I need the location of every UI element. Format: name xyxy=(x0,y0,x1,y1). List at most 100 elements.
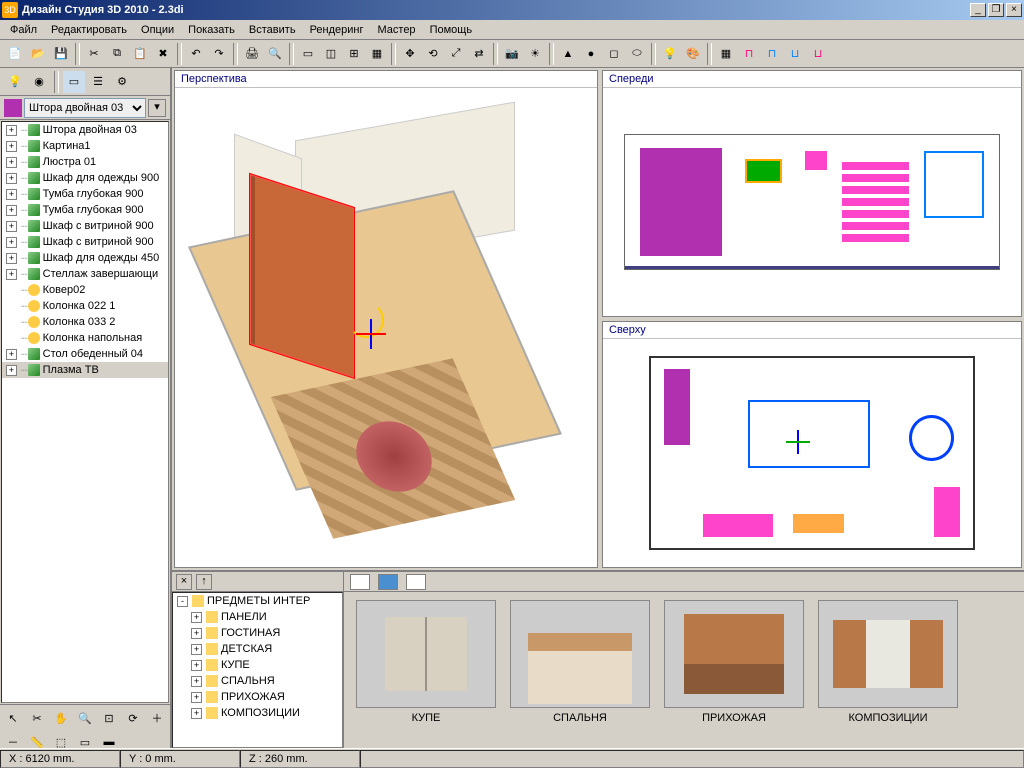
tree-item[interactable]: +┈Шкаф с витриной 900 xyxy=(2,234,168,250)
box-icon[interactable]: ◻ xyxy=(603,43,625,65)
tree-item[interactable]: +┈Люстра 01 xyxy=(2,154,168,170)
redo-icon[interactable]: ↷ xyxy=(208,43,230,65)
light-icon[interactable]: 💡 xyxy=(659,43,681,65)
close-panel-icon[interactable]: × xyxy=(176,574,192,590)
view1-icon[interactable]: ▭ xyxy=(297,43,319,65)
undo-icon[interactable]: ↶ xyxy=(185,43,207,65)
viewport-front-body[interactable] xyxy=(603,88,1021,316)
snap3-icon[interactable]: ⊔ xyxy=(784,43,806,65)
hand-icon[interactable]: ✋ xyxy=(50,707,72,729)
menu-file[interactable]: Файл xyxy=(4,22,43,38)
cone-icon[interactable]: ▲ xyxy=(557,43,579,65)
up-folder-icon[interactable]: ↑ xyxy=(196,574,212,590)
copy-icon[interactable]: ⧉ xyxy=(106,43,128,65)
expand-icon[interactable]: + xyxy=(6,365,17,376)
library-tree-item[interactable]: +ГОСТИНАЯ xyxy=(173,625,342,641)
expand-icon[interactable]: + xyxy=(6,349,17,360)
shade-icon[interactable]: ▬ xyxy=(98,731,120,748)
layers-icon[interactable]: ☰ xyxy=(87,71,109,93)
expand-icon[interactable] xyxy=(6,301,17,312)
expand-icon[interactable]: + xyxy=(191,676,202,687)
expand-icon[interactable]: + xyxy=(6,189,17,200)
expand-icon[interactable]: + xyxy=(6,253,17,264)
expand-icon[interactable]: + xyxy=(6,205,17,216)
object-dropdown[interactable]: Штора двойная 03 xyxy=(24,98,146,118)
library-tree-item[interactable]: +ДЕТСКАЯ xyxy=(173,641,342,657)
library-thumb[interactable]: СПАЛЬНЯ xyxy=(510,600,650,740)
viewport-top-body[interactable] xyxy=(603,339,1021,567)
expand-icon[interactable]: + xyxy=(6,157,17,168)
library-thumb[interactable]: КУПЕ xyxy=(356,600,496,740)
expand-icon[interactable]: + xyxy=(191,628,202,639)
open-file-icon[interactable]: 📂 xyxy=(27,43,49,65)
measure-icon[interactable]: 📏 xyxy=(26,731,48,748)
tree-item[interactable]: +┈Шкаф для одежды 450 xyxy=(2,250,168,266)
structure-icon[interactable]: ▭ xyxy=(63,71,85,93)
print-icon[interactable]: 🖨 xyxy=(241,43,263,65)
light-tool-icon[interactable]: 💡 xyxy=(4,71,26,93)
scale-icon[interactable]: ⤢ xyxy=(445,43,467,65)
tree-item[interactable]: ┈Колонка 022 1 xyxy=(2,298,168,314)
tree-item[interactable]: +┈Тумба глубокая 900 xyxy=(2,186,168,202)
zoom-icon[interactable]: 🔍 xyxy=(74,707,96,729)
view2-icon[interactable]: ◫ xyxy=(320,43,342,65)
expand-icon[interactable]: + xyxy=(191,612,202,623)
library-tree-item[interactable]: +КУПЕ xyxy=(173,657,342,673)
viewport-top[interactable]: Сверху xyxy=(602,321,1022,568)
bulb-icon[interactable]: ◉ xyxy=(28,71,50,93)
viewport-perspective[interactable]: Перспектива xyxy=(174,70,598,568)
view3-icon[interactable]: ⊞ xyxy=(343,43,365,65)
tree-item[interactable]: +┈Шкаф с витриной 900 xyxy=(2,218,168,234)
move-icon[interactable]: ✥ xyxy=(399,43,421,65)
tree-item[interactable]: ┈Колонка 033 2 xyxy=(2,314,168,330)
tree-item[interactable]: +┈Картина1 xyxy=(2,138,168,154)
expand-icon[interactable]: + xyxy=(191,692,202,703)
view4-icon[interactable]: ▦ xyxy=(366,43,388,65)
tree-item[interactable]: ┈Колонка напольная xyxy=(2,330,168,346)
expand-icon[interactable] xyxy=(6,317,17,328)
render-icon[interactable]: ☀ xyxy=(524,43,546,65)
cut2-icon[interactable]: ✂ xyxy=(26,707,48,729)
view-small-icon[interactable] xyxy=(350,574,370,590)
view-large-icon[interactable] xyxy=(406,574,426,590)
menu-render[interactable]: Рендеринг xyxy=(304,22,370,38)
library-tree-item[interactable]: +КОМПОЗИЦИИ xyxy=(173,705,342,721)
expand-icon[interactable]: + xyxy=(6,221,17,232)
select-icon[interactable]: ↖ xyxy=(2,707,24,729)
library-tree-item[interactable]: -ПРЕДМЕТЫ ИНТЕР xyxy=(173,593,342,609)
tree-item[interactable]: ┈Ковер02 xyxy=(2,282,168,298)
transform-gizmo-icon[interactable] xyxy=(356,319,386,349)
prefs-icon[interactable]: ⚙ xyxy=(111,71,133,93)
sphere-icon[interactable]: ● xyxy=(580,43,602,65)
snap2-icon[interactable]: ⊓ xyxy=(761,43,783,65)
wire-icon[interactable]: ▭ xyxy=(74,731,96,748)
menu-edit[interactable]: Редактировать xyxy=(45,22,133,38)
menu-show[interactable]: Показать xyxy=(182,22,241,38)
viewport-perspective-body[interactable] xyxy=(175,88,597,567)
menu-help[interactable]: Помощь xyxy=(424,22,479,38)
minimize-button[interactable]: _ xyxy=(970,3,986,17)
tree-item[interactable]: +┈Тумба глубокая 900 xyxy=(2,202,168,218)
library-thumb[interactable]: ПРИХОЖАЯ xyxy=(664,600,804,740)
tree-item[interactable]: +┈Штора двойная 03 xyxy=(2,122,168,138)
expand-icon[interactable]: + xyxy=(6,173,17,184)
snap1-icon[interactable]: ⊓ xyxy=(738,43,760,65)
menu-insert[interactable]: Вставить xyxy=(243,22,302,38)
view-medium-icon[interactable] xyxy=(378,574,398,590)
camera-icon[interactable]: 📷 xyxy=(501,43,523,65)
delete-icon[interactable]: ✖ xyxy=(152,43,174,65)
library-thumb[interactable]: КОМПОЗИЦИИ xyxy=(818,600,958,740)
grid-icon[interactable]: ▦ xyxy=(715,43,737,65)
close-button[interactable]: × xyxy=(1006,3,1022,17)
library-tree-item[interactable]: +ПАНЕЛИ xyxy=(173,609,342,625)
viewport-front[interactable]: Спереди xyxy=(602,70,1022,317)
expand-icon[interactable]: + xyxy=(6,125,17,136)
expand-icon[interactable]: - xyxy=(177,596,188,607)
expand-icon[interactable] xyxy=(6,333,17,344)
tree-item[interactable]: +┈Стеллаж завершающи xyxy=(2,266,168,282)
zoomfit-icon[interactable]: ⊡ xyxy=(98,707,120,729)
color-swatch[interactable] xyxy=(4,99,22,117)
expand-icon[interactable]: + xyxy=(6,237,17,248)
orbit-icon[interactable]: ⟳ xyxy=(122,707,144,729)
tree-item[interactable]: +┈Стол обеденный 04 xyxy=(2,346,168,362)
